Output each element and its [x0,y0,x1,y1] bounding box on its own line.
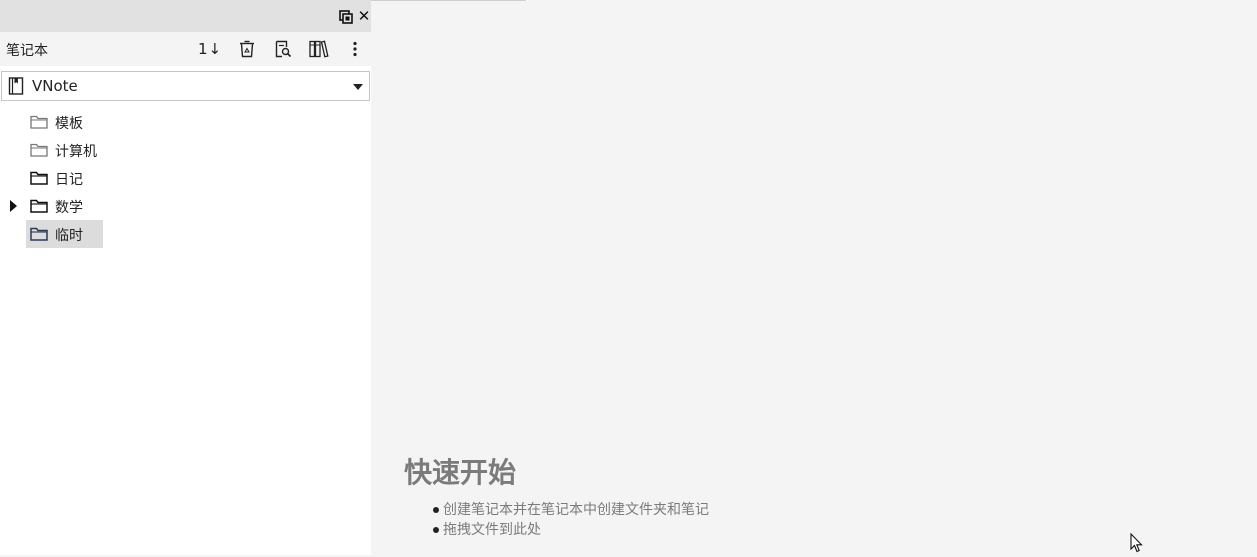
folder-item-math[interactable]: 数学 [26,192,103,220]
folder-label: 数学 [55,200,83,216]
dock-titlebar: ✕ [0,0,371,32]
quick-start-item-text: 创建笔记本并在笔记本中创建文件夹和笔记 [443,502,709,518]
folder-label: 计算机 [55,144,97,160]
panel-title: 笔记本 [6,43,48,59]
quick-start-list: 创建笔记本并在笔记本中创建文件夹和笔记 拖拽文件到此处 [433,500,709,540]
notebook-toolbar: 笔记本 1↓ [0,32,371,66]
quick-start-item-text: 拖拽文件到此处 [443,522,541,538]
quick-start-item: 拖拽文件到此处 [433,520,709,540]
float-window-icon[interactable] [339,10,353,24]
folder-item-templates[interactable]: 模板 [26,108,103,136]
notebook-selector-value: VNote [32,77,78,95]
folder-icon [30,171,48,185]
expand-arrow-icon[interactable] [10,200,17,212]
recycle-bin-icon[interactable] [236,38,258,60]
folder-item-computer[interactable]: 计算机 [26,136,103,164]
notebook-icon [8,77,24,95]
quick-start-item: 创建笔记本并在笔记本中创建文件夹和笔记 [433,500,709,520]
bullet-icon [433,507,439,513]
folder-label: 临时 [55,228,83,244]
folder-item-temp[interactable]: 临时 [26,220,103,248]
library-icon[interactable] [308,38,330,60]
folder-label: 日记 [55,172,83,188]
folder-icon [30,143,48,157]
folder-icon [30,227,48,241]
folder-icon [30,115,48,129]
notebook-selector[interactable]: VNote [1,71,370,101]
close-icon[interactable]: ✕ [356,8,372,24]
notebook-dock-panel: ✕ 笔记本 1↓ VNote 模板 计算机 日记 数学 临时 [0,0,371,555]
folder-icon [30,199,48,213]
quick-start-title: 快速开始 [404,456,517,489]
search-notes-icon[interactable] [272,38,294,60]
editor-area: 快速开始 创建笔记本并在笔记本中创建文件夹和笔记 拖拽文件到此处 [371,0,1257,555]
folder-item-diary[interactable]: 日记 [26,164,103,192]
sort-icon[interactable]: 1↓ [198,38,221,60]
bullet-icon [433,527,439,533]
chevron-down-icon [353,84,363,90]
folder-label: 模板 [55,116,83,132]
more-options-icon[interactable] [344,38,366,60]
mouse-cursor-icon [1130,532,1144,553]
